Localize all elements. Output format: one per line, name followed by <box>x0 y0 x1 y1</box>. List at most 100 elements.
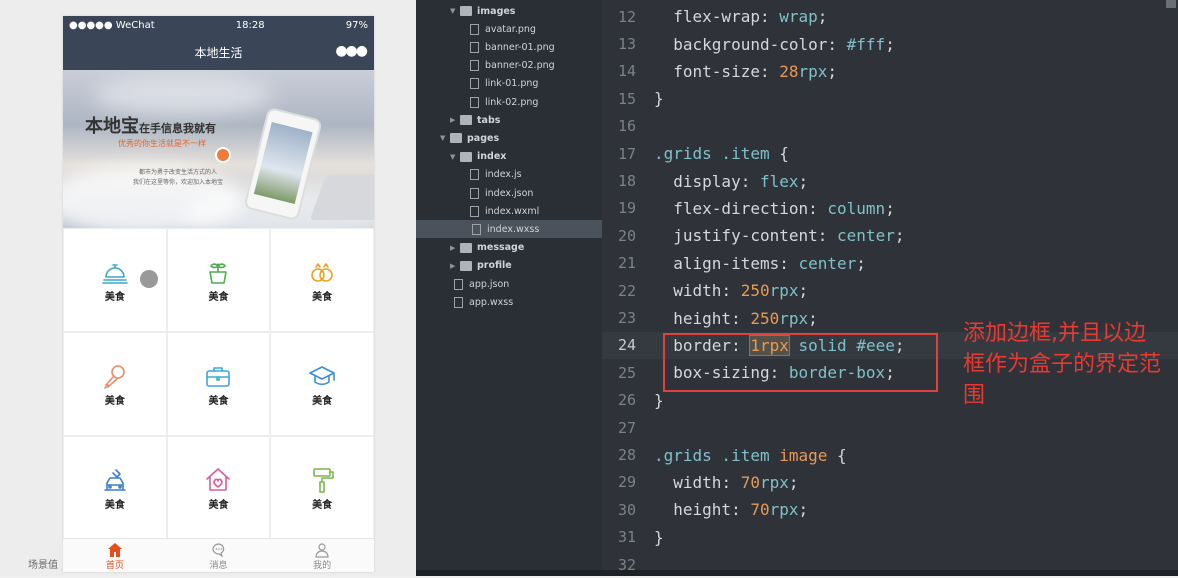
file-node[interactable]: index.wxss <box>416 220 602 239</box>
folder-node[interactable]: ▼ index <box>450 148 506 166</box>
grid-item-label: 美食 <box>208 499 229 511</box>
grid-item[interactable]: 美食 <box>63 332 167 436</box>
code-line[interactable]: 21 align-items: center; <box>602 250 1178 277</box>
file-name: app.wxss <box>469 296 514 308</box>
code-line[interactable]: 20 justify-content: center; <box>602 222 1178 249</box>
line-number: 21 <box>617 254 636 273</box>
file-node[interactable]: banner-02.png <box>470 57 555 75</box>
tab-messages[interactable]: 消息 <box>167 539 271 572</box>
caret-down-icon[interactable]: ▼ <box>440 134 450 142</box>
code-line[interactable]: 14 font-size: 28rpx; <box>602 58 1178 85</box>
file-node[interactable]: app.json <box>454 275 509 293</box>
code-line[interactable]: 29 width: 70rpx; <box>602 469 1178 496</box>
code-line[interactable]: 15} <box>602 85 1178 112</box>
folder-name: pages <box>467 132 500 144</box>
code-text: } <box>654 390 664 410</box>
file-node[interactable]: index.js <box>470 166 522 184</box>
code-line[interactable]: 16 <box>602 113 1178 140</box>
caret-right-icon[interactable]: ▶ <box>450 262 460 270</box>
folder-icon <box>460 6 472 16</box>
code-text: height: 70rpx; <box>654 500 809 520</box>
folder-node[interactable]: ▼ pages <box>440 129 499 147</box>
folder-node[interactable]: ▶ tabs <box>450 111 500 129</box>
folder-node[interactable]: ▶ profile <box>450 257 512 275</box>
file-file-icon <box>454 296 463 308</box>
image-file-icon <box>470 96 479 108</box>
code-text: } <box>654 527 664 547</box>
code-line[interactable]: 19 flex-direction: column; <box>602 195 1178 222</box>
carrier-label: ●●●●● WeChat <box>69 20 155 31</box>
tab-profile[interactable]: 我的 <box>270 539 374 572</box>
code-text: width: 70rpx; <box>654 472 799 492</box>
car-repair-icon <box>104 468 126 491</box>
grid-item-label: 美食 <box>312 395 333 407</box>
code-line[interactable]: 12 flex-wrap: wrap; <box>602 3 1178 30</box>
folder-icon <box>460 260 472 271</box>
chat-bubble-icon <box>211 542 224 557</box>
flower-pot-icon <box>209 262 228 284</box>
banner-description: 都市为勇于改变生活方式的人 我们在这里等你，欢迎加入本地宝 <box>132 169 223 186</box>
caret-right-icon[interactable]: ▶ <box>450 116 460 124</box>
banner-dot-icon <box>215 147 231 163</box>
code-line[interactable]: 22 width: 250rpx; <box>602 277 1178 304</box>
banner-slogan: 优秀的你生活就是不一样 <box>118 139 206 148</box>
folder-node[interactable]: ▶ message <box>450 239 524 257</box>
briefcase-icon <box>206 366 231 387</box>
file-name: avatar.png <box>485 23 536 35</box>
grid-item[interactable]: 美食 <box>166 228 271 332</box>
line-number: 22 <box>617 281 636 300</box>
file-node[interactable]: link-01.png <box>470 75 538 93</box>
code-text: justify-content: center; <box>654 226 905 246</box>
folder-icon <box>450 133 462 144</box>
grid-item[interactable]: 美食 <box>166 436 271 540</box>
banner-swiper[interactable]: 本地宝在手信息我就有 优秀的你生活就是不一样 都市为勇于改变生活方式的人 我们在这… <box>63 70 374 228</box>
line-number: 27 <box>617 418 636 437</box>
js-file-icon <box>470 169 479 181</box>
folder-name: message <box>477 242 525 254</box>
file-node[interactable]: index.wxml <box>470 202 539 220</box>
wedding-rings-icon <box>311 262 333 282</box>
line-number: 16 <box>617 117 636 136</box>
line-number: 14 <box>617 62 636 81</box>
folder-node[interactable]: ▼ images <box>450 2 515 20</box>
file-node[interactable]: banner-01.png <box>470 38 555 56</box>
code-editor[interactable]: 12 flex-wrap: wrap; 13 background-color: … <box>602 0 1178 576</box>
code-line[interactable]: 30 height: 70rpx; <box>602 496 1178 523</box>
grid-item[interactable]: 美食 <box>270 332 374 436</box>
user-icon <box>315 542 329 558</box>
file-name: index.wxss <box>487 223 540 235</box>
grid-item-label: 美食 <box>208 291 229 303</box>
code-line[interactable]: 27 <box>602 414 1178 441</box>
code-line[interactable]: 17 .grids .item { <box>602 140 1178 167</box>
json-file-icon <box>470 187 479 199</box>
dining-bell-icon <box>102 263 128 284</box>
tab-bar: 首页 消息 我的 <box>63 538 374 572</box>
grid-item[interactable]: 美食 <box>166 332 271 436</box>
tab-home[interactable]: 首页 <box>63 539 167 572</box>
more-options-icon[interactable]: ●●● <box>335 43 368 59</box>
grid-item-label: 美食 <box>104 395 125 407</box>
line-number: 23 <box>617 309 636 328</box>
microphone-icon <box>104 364 125 389</box>
code-text: flex-wrap: wrap; <box>654 7 828 27</box>
caret-down-icon[interactable]: ▼ <box>450 7 460 15</box>
grid-item[interactable]: 美食 <box>270 436 374 540</box>
file-node[interactable]: avatar.png <box>470 20 536 38</box>
caret-right-icon[interactable]: ▶ <box>450 244 460 252</box>
grid-item[interactable]: 美食 <box>63 436 167 540</box>
code-line[interactable]: 13 background-color: #fff; <box>602 30 1178 57</box>
grid-item[interactable]: 美食 <box>270 228 374 332</box>
code-text: height: 250rpx; <box>654 308 818 328</box>
file-node[interactable]: index.json <box>470 184 533 202</box>
file-node[interactable]: app.wxss <box>454 293 513 311</box>
file-node[interactable]: link-02.png <box>470 93 538 111</box>
tab-label: 消息 <box>209 560 228 571</box>
grid-item-label: 美食 <box>312 499 333 511</box>
wxml-file-icon <box>470 205 479 217</box>
code-line[interactable]: 31} <box>602 524 1178 551</box>
caret-down-icon[interactable]: ▼ <box>450 153 460 161</box>
code-line[interactable]: 28 .grids .item image { <box>602 441 1178 468</box>
folder-icon <box>460 115 472 126</box>
grid-item-label: 美食 <box>104 499 125 511</box>
code-line[interactable]: 18 display: flex; <box>602 167 1178 194</box>
